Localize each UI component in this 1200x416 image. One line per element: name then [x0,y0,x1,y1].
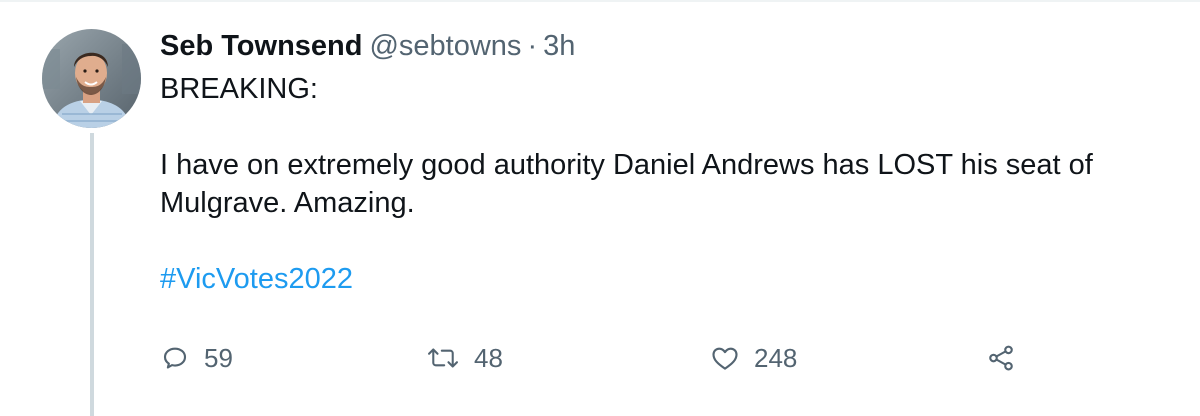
tweet-actions: 59 48 248 [160,338,1200,378]
author-handle[interactable]: @sebtowns [369,30,521,62]
tweet-header: Seb Townsend @sebtowns · 3h [160,27,575,65]
tweet-text-line: Mulgrave. Amazing. [160,187,415,219]
share-icon [986,343,1016,373]
share-button[interactable] [986,338,1016,378]
reply-button[interactable]: 59 [160,338,233,378]
tweet-text-line: BREAKING: [160,73,318,105]
like-button[interactable]: 248 [710,338,797,378]
retweet-button[interactable]: 48 [426,338,503,378]
avatar[interactable] [42,29,141,128]
reply-icon [160,343,190,373]
thread-line [90,133,94,416]
tweet-text-line: I have on extremely good authority Danie… [160,149,1093,181]
hashtag-link[interactable]: #VicVotes2022 [160,263,353,295]
tweet-timestamp[interactable]: 3h [543,30,575,62]
like-count: 248 [754,342,798,373]
author-name[interactable]: Seb Townsend [160,30,362,62]
heart-icon [710,343,740,373]
reply-count: 59 [204,342,233,373]
top-divider [0,0,1200,2]
tweet-text: BREAKING: I have on extremely good autho… [160,70,1200,298]
separator-dot: · [527,30,538,62]
avatar-image [42,29,141,128]
retweet-icon [426,343,460,373]
retweet-count: 48 [474,342,503,373]
